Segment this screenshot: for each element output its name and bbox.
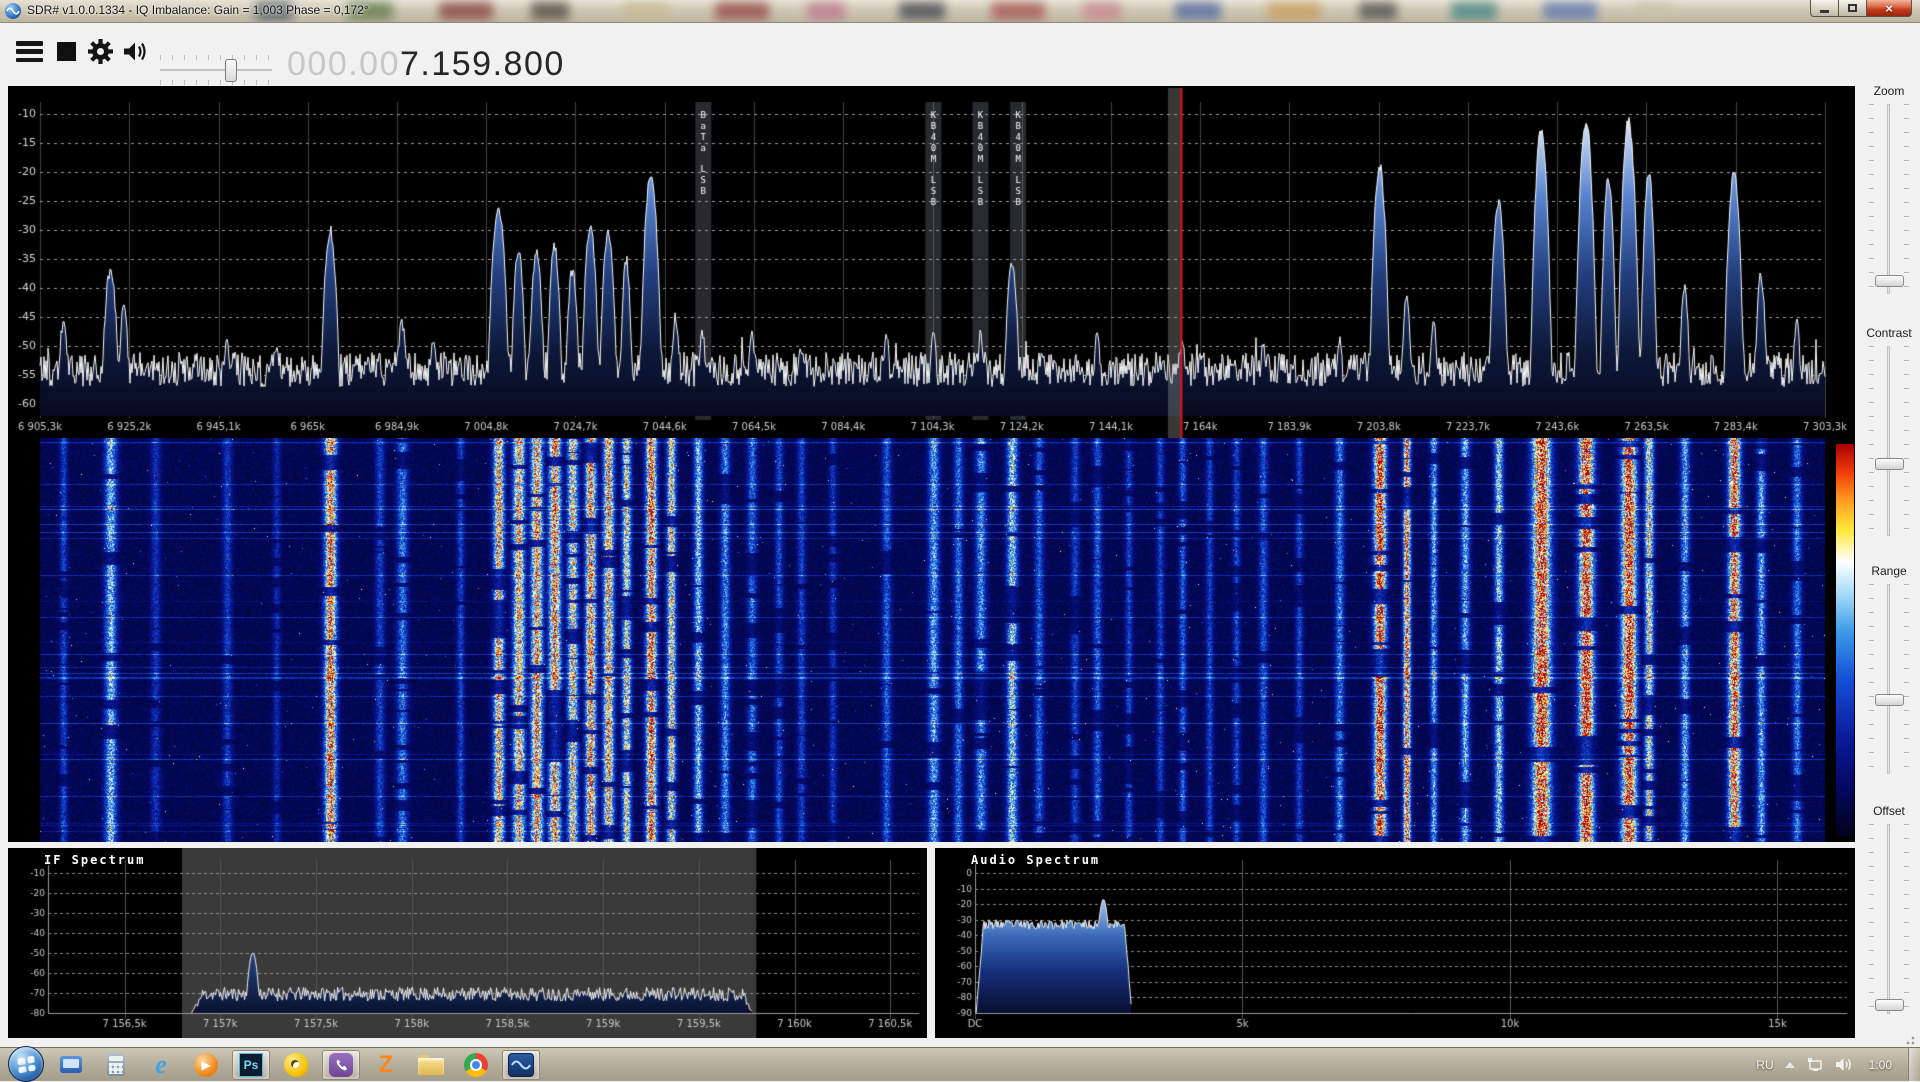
offset-slider-thumb[interactable]: [1875, 999, 1904, 1011]
tick-marks: [1904, 824, 1909, 1014]
volume-tray-icon[interactable]: [1835, 1057, 1852, 1072]
window-title: SDR# v1.0.0.1334 - IQ Imbalance: Gain = …: [27, 3, 369, 17]
close-button[interactable]: ×: [1866, 0, 1912, 17]
desktop-reflection: [715, 2, 769, 20]
desktop-reflection: [1083, 2, 1121, 20]
gear-icon: [88, 39, 113, 64]
resize-grip[interactable]: [1901, 1036, 1915, 1046]
network-icon[interactable]: [1806, 1057, 1824, 1073]
internet-explorer-icon[interactable]: e: [142, 1050, 180, 1080]
media-player-icon[interactable]: ▶: [187, 1050, 225, 1080]
frequency-leading-zeros: 000.00: [287, 45, 400, 83]
volume-slider[interactable]: [160, 51, 272, 89]
frequency-display[interactable]: 000.007.159.800: [287, 45, 565, 84]
zoom-slider-label: Zoom: [1858, 84, 1920, 98]
if-spectrum-display[interactable]: [8, 848, 927, 1038]
audio-spectrum-title: Audio Spectrum: [971, 853, 1100, 867]
zoom-slider-track[interactable]: [1858, 104, 1920, 294]
contrast-slider-label: Contrast: [1858, 326, 1920, 340]
minimize-icon: [1820, 10, 1829, 13]
start-button[interactable]: [8, 1046, 44, 1082]
minimize-button[interactable]: [1810, 0, 1839, 17]
maximize-icon: [1848, 4, 1857, 12]
taskbar: e▶Ps Z RU 1:00: [0, 1047, 1920, 1081]
audio-spectrum-panel: Audio Spectrum: [935, 848, 1855, 1038]
spectrum-waterfall-panel: [8, 86, 1855, 842]
slider-groove: [1887, 104, 1890, 294]
photoshop-icon[interactable]: Ps: [232, 1050, 270, 1080]
toolbar: 000.007.159.800: [0, 23, 1920, 80]
display-controls-sidebar: Zoom Contrast Range Offset: [1858, 80, 1920, 1038]
volume-ticks-top: [160, 55, 272, 60]
desktop-reflection: [807, 2, 845, 20]
tick-marks: [1869, 346, 1874, 536]
offset-slider-label: Offset: [1858, 804, 1920, 818]
slider-groove: [1887, 824, 1890, 1014]
maximize-button[interactable]: [1839, 0, 1866, 17]
if-spectrum-title: IF Spectrum: [44, 853, 145, 867]
chrome-icon[interactable]: [457, 1050, 495, 1080]
zoom-slider-thumb[interactable]: [1875, 275, 1904, 287]
slider-groove: [1887, 584, 1890, 774]
mute-button[interactable]: [122, 39, 150, 64]
window-titlebar[interactable]: SDR# v1.0.0.1334 - IQ Imbalance: Gain = …: [0, 0, 1920, 23]
remote-desktop-icon[interactable]: [52, 1050, 90, 1080]
if-spectrum-panel: IF Spectrum: [8, 848, 927, 1038]
slider-groove: [1887, 346, 1890, 536]
desktop-reflection: [1543, 2, 1597, 20]
sdrsharp-icon[interactable]: [502, 1050, 540, 1080]
system-tray: RU 1:00: [1756, 1048, 1904, 1081]
desktop-reflection: [623, 2, 669, 20]
desktop-reflection: [991, 2, 1045, 20]
audio-spectrum-display[interactable]: [935, 848, 1855, 1038]
tick-marks: [1904, 104, 1909, 294]
desktop-reflection: [899, 2, 945, 20]
desktop-reflection: [1451, 2, 1497, 20]
desktop-reflection: [1175, 2, 1221, 20]
clock[interactable]: 1:00: [1869, 1058, 1892, 1072]
speaker-icon: [122, 39, 150, 64]
language-indicator[interactable]: RU: [1756, 1058, 1773, 1072]
show-desktop-button[interactable]: [1908, 1048, 1920, 1081]
desktop-reflection: [531, 2, 569, 20]
stop-button[interactable]: [57, 42, 76, 61]
zona-icon[interactable]: Z: [367, 1050, 405, 1080]
desktop-reflection: [1359, 2, 1397, 20]
tick-marks: [1904, 346, 1909, 536]
rf-spectrum-display[interactable]: [8, 86, 1855, 438]
frequency-value: 7.159.800: [400, 45, 565, 83]
explorer-folder-icon[interactable]: [412, 1050, 450, 1080]
menu-button[interactable]: [16, 41, 43, 62]
icq-icon[interactable]: [277, 1050, 315, 1080]
windows-flag-icon: [17, 1056, 35, 1074]
volume-track[interactable]: [160, 69, 272, 71]
calculator-icon[interactable]: [97, 1050, 135, 1080]
range-slider-label: Range: [1858, 564, 1920, 578]
tick-marks: [1904, 584, 1909, 774]
settings-button[interactable]: [88, 39, 113, 64]
volume-ticks-bottom: [160, 80, 272, 85]
range-slider-track[interactable]: [1858, 584, 1920, 774]
viber-icon[interactable]: [322, 1050, 360, 1080]
tick-marks: [1869, 584, 1874, 774]
desktop-reflection: [1635, 2, 1673, 20]
contrast-slider-thumb[interactable]: [1875, 458, 1904, 470]
waterfall-color-scale: [1836, 444, 1854, 836]
waterfall-display[interactable]: [8, 438, 1855, 842]
tick-marks: [1869, 824, 1874, 1014]
desktop-reflection: [439, 2, 493, 20]
range-slider-thumb[interactable]: [1875, 694, 1904, 706]
show-hidden-icons-arrow[interactable]: [1785, 1062, 1795, 1068]
desktop-reflection: [1267, 2, 1321, 20]
sdrsharp-app-icon: [5, 3, 21, 19]
tick-marks: [1869, 104, 1874, 294]
contrast-slider-track[interactable]: [1858, 346, 1920, 536]
volume-thumb[interactable]: [225, 59, 237, 82]
offset-slider-track[interactable]: [1858, 824, 1920, 1014]
